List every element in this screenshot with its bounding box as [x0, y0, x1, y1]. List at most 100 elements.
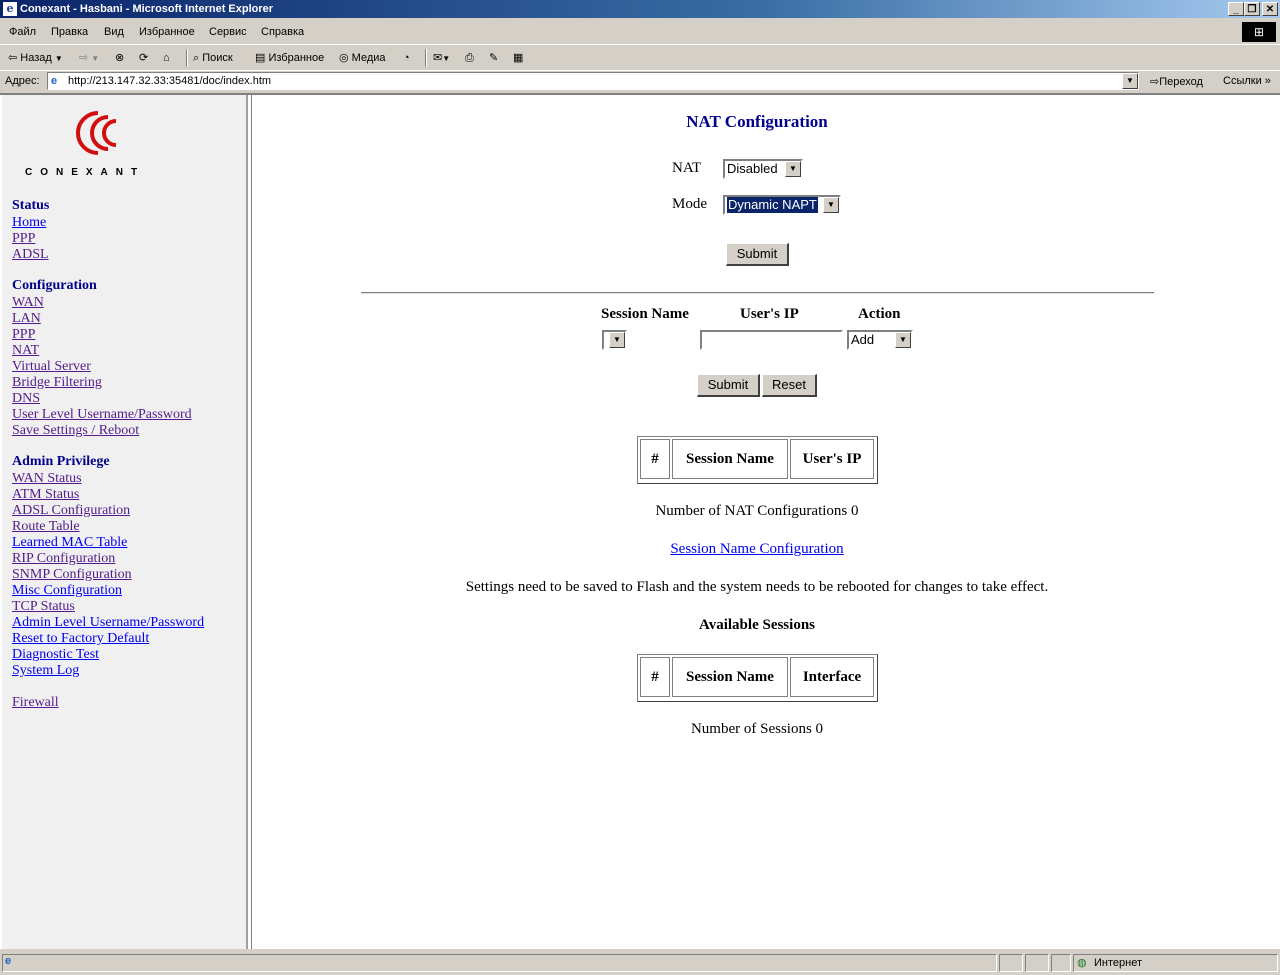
mode-label: Mode — [672, 196, 707, 212]
nav-link-wan-status[interactable]: WAN Status — [12, 471, 82, 487]
windows-logo-icon: ⊞ — [1242, 22, 1276, 42]
table-header-interface: Interface — [790, 657, 874, 697]
submit-session-button[interactable]: Submit — [697, 374, 760, 397]
search-icon: ⌕ — [193, 52, 200, 64]
table-header-session-name: Session Name — [672, 439, 788, 479]
nav-link-snmp-configuration[interactable]: SNMP Configuration — [12, 567, 132, 583]
status-bar: e ◍ Интернет — [0, 951, 1280, 975]
nav-link-status-adsl[interactable]: ADSL — [12, 247, 49, 263]
available-sessions-table: # Session Name Interface — [637, 654, 878, 702]
table-header-users-ip: User's IP — [790, 439, 874, 479]
stop-button[interactable]: ⊗ — [115, 50, 124, 66]
chevron-down-icon: ▼ — [609, 332, 625, 348]
menu-view[interactable]: Вид — [104, 26, 124, 38]
nav-link-diagnostic-test[interactable]: Diagnostic Test — [12, 647, 99, 663]
nav-link-user-password[interactable]: User Level Username/Password — [12, 407, 192, 423]
users-ip-input[interactable] — [700, 330, 843, 350]
nav-link-learned-mac-table[interactable]: Learned MAC Table — [12, 535, 127, 551]
browser-content: CONEXANT Status Home PPP ADSL Configurat… — [0, 93, 1280, 949]
status-pane — [999, 954, 1023, 972]
back-label: Назад — [20, 52, 52, 64]
edit-button[interactable]: ✎ — [489, 50, 498, 66]
chevron-down-icon: ▼ — [785, 161, 801, 177]
discuss-button[interactable]: ▦ — [513, 50, 523, 66]
media-label: Медиа — [351, 52, 386, 64]
media-button[interactable]: ◎ Медиа — [339, 50, 386, 66]
go-label: Переход — [1159, 76, 1203, 88]
nav-link-wan[interactable]: WAN — [12, 295, 44, 311]
nav-link-route-table[interactable]: Route Table — [12, 519, 80, 535]
nat-select[interactable]: Disabled ▼ — [723, 159, 803, 179]
nav-link-nat[interactable]: NAT — [12, 343, 39, 359]
status-pane — [1051, 954, 1071, 972]
close-button[interactable]: ✕ — [1262, 2, 1278, 16]
nav-link-save-reboot[interactable]: Save Settings / Reboot — [12, 423, 139, 439]
nav-link-rip-configuration[interactable]: RIP Configuration — [12, 551, 115, 567]
stop-icon: ⊗ — [115, 52, 125, 64]
links-label: Ссылки — [1223, 75, 1262, 87]
restore-button[interactable]: ❐ — [1244, 2, 1260, 16]
menu-edit[interactable]: Правка — [51, 26, 88, 38]
nav-link-dns[interactable]: DNS — [12, 391, 40, 407]
discuss-icon: ▦ — [513, 52, 524, 64]
nav-link-status-ppp[interactable]: PPP — [12, 231, 35, 247]
logo-text: CONEXANT — [25, 167, 146, 178]
menu-bar: Файл Правка Вид Избранное Сервис Справка… — [0, 20, 1280, 44]
toolbar-divider — [425, 49, 427, 67]
forward-arrow-icon: ⇨ — [79, 52, 89, 64]
history-button[interactable]: ◔ — [403, 50, 410, 66]
chevron-down-icon: ▼ — [91, 54, 100, 63]
refresh-button[interactable]: ⟳ — [139, 50, 148, 66]
go-button[interactable]: ⇨Переход — [1150, 75, 1203, 88]
nav-heading-configuration: Configuration — [12, 278, 97, 293]
status-pane — [1025, 954, 1049, 972]
nav-link-misc-configuration[interactable]: Misc Configuration — [12, 583, 122, 599]
menu-help[interactable]: Справка — [261, 26, 304, 38]
forward-button[interactable]: ⇨ ▼ — [79, 50, 99, 66]
submit-nat-button[interactable]: Submit — [726, 243, 789, 266]
reset-button[interactable]: Reset — [762, 374, 817, 397]
window-title: Conexant - Hasbani - Microsoft Internet … — [20, 3, 274, 15]
minimize-button[interactable]: _ — [1228, 2, 1244, 16]
action-select[interactable]: Add ▼ — [847, 330, 913, 350]
links-button[interactable]: Ссылки » — [1223, 75, 1271, 87]
nav-link-tcp-status[interactable]: TCP Status — [12, 599, 75, 615]
nav-link-firewall[interactable]: Firewall — [12, 695, 59, 711]
nav-link-lan[interactable]: LAN — [12, 311, 41, 327]
nav-link-factory-reset[interactable]: Reset to Factory Default — [12, 631, 149, 647]
back-button[interactable]: ⇦ Назад ▼ — [8, 50, 63, 66]
reboot-note: Settings need to be saved to Flash and t… — [465, 579, 1049, 595]
menu-favorites[interactable]: Избранное — [139, 26, 195, 38]
nav-link-adsl-configuration[interactable]: ADSL Configuration — [12, 503, 130, 519]
nav-link-system-log[interactable]: System Log — [12, 663, 79, 679]
favorites-button[interactable]: ▤ Избранное — [255, 50, 324, 66]
menu-tools[interactable]: Сервис — [209, 26, 247, 38]
home-button[interactable]: ⌂ — [163, 50, 170, 66]
nav-link-virtual-server[interactable]: Virtual Server — [12, 359, 91, 375]
session-name-select[interactable]: ▼ — [602, 330, 627, 350]
nav-link-ppp[interactable]: PPP — [12, 327, 35, 343]
nav-link-admin-password[interactable]: Admin Level Username/Password — [12, 615, 204, 631]
nat-config-table: # Session Name User's IP — [637, 436, 878, 484]
nav-heading-admin: Admin Privilege — [12, 454, 110, 469]
action-select-value: Add — [851, 332, 875, 347]
address-dropdown-button[interactable]: ▼ — [1122, 73, 1138, 89]
address-input[interactable]: e http://213.147.32.33:35481/doc/index.h… — [47, 72, 1139, 90]
users-ip-header: User's IP — [740, 306, 799, 322]
nav-link-bridge-filtering[interactable]: Bridge Filtering — [12, 375, 102, 391]
chevron-down-icon: ▼ — [442, 54, 451, 63]
address-label: Адрес: — [5, 75, 40, 87]
mail-button[interactable]: ✉▼ — [433, 50, 450, 66]
title-bar: e Conexant - Hasbani - Microsoft Interne… — [0, 0, 1280, 18]
nav-link-atm-status[interactable]: ATM Status — [12, 487, 79, 503]
print-button[interactable]: ⎙ — [465, 50, 474, 66]
main-frame: NAT Configuration NAT Disabled ▼ Mode Dy… — [251, 95, 1278, 949]
session-name-config-link[interactable]: Session Name Configuration — [252, 541, 1262, 558]
menu-file[interactable]: Файл — [9, 26, 36, 38]
chevron-down-icon: ▼ — [895, 332, 911, 348]
nav-link-home[interactable]: Home — [12, 215, 46, 231]
favorites-icon: ▤ — [255, 52, 266, 64]
mode-select[interactable]: Dynamic NAPT ▼ — [723, 195, 841, 215]
divider — [361, 292, 1154, 294]
search-button[interactable]: ⌕ Поиск — [193, 50, 233, 66]
